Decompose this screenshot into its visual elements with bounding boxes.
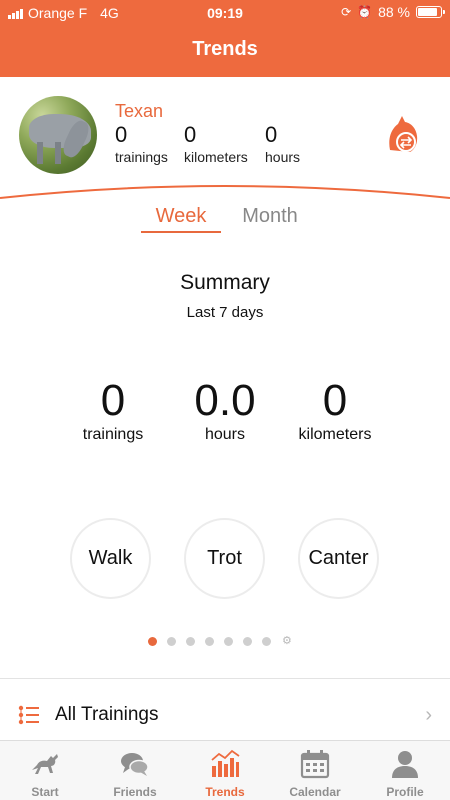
person-icon [392, 751, 418, 778]
section-divider [0, 678, 450, 679]
chat-bubbles-icon [121, 753, 149, 776]
stat-value: 0 [115, 122, 128, 147]
gait-walk-button[interactable]: Walk [70, 518, 151, 599]
profile-stat-trainings: 0 trainings [115, 122, 168, 166]
alarm-icon: ⏰ [357, 5, 373, 19]
horse-name[interactable]: Texan [115, 101, 163, 122]
page-dot[interactable] [262, 637, 271, 646]
page-title: Trends [192, 38, 258, 60]
page-dot[interactable] [186, 637, 195, 646]
horse-avatar[interactable] [19, 96, 97, 174]
summary-stat-value: 0.0 [194, 376, 256, 425]
stat-label: kilometers [184, 149, 248, 165]
stat-value: 0 [184, 122, 197, 147]
running-horse-icon [32, 754, 58, 774]
page-dot[interactable] [167, 637, 176, 646]
tabbar-profile[interactable]: Profile [360, 741, 450, 800]
tabbar-calendar[interactable]: Calendar [270, 741, 360, 800]
summary-title: Summary [180, 271, 270, 294]
profile-stat-hours: 0 hours [265, 122, 301, 166]
summary-subtitle: Last 7 days [186, 304, 264, 321]
gait-trot-button[interactable]: Trot [184, 518, 265, 599]
summary-stat-label: hours [204, 426, 246, 443]
calendar-icon [300, 750, 330, 779]
settings-gear-icon[interactable]: ⚙ [282, 634, 292, 647]
status-bar: Orange F 4G 09:19 ⟳ ⏰ 88 % [0, 0, 450, 26]
tabbar-trends[interactable]: Trends [180, 741, 270, 800]
all-trainings-row[interactable]: All Trainings › [0, 690, 450, 740]
horse-swap-icon[interactable] [384, 114, 420, 158]
page-dot[interactable] [243, 637, 252, 646]
tabbar-label: Profile [386, 785, 424, 799]
bottom-tab-bar: Start Friends Trends Calendar Profile [0, 740, 450, 800]
page-dot[interactable] [224, 637, 233, 646]
summary-stat-value: 0 [322, 376, 348, 425]
summary-stat-trainings: 0 trainings [63, 378, 163, 444]
gait-canter-button[interactable]: Canter [298, 518, 379, 599]
tabbar-label: Calendar [289, 785, 341, 799]
rotation-lock-icon: ⟳ [341, 5, 352, 19]
horse-profile-card: Texan 0 trainings 0 kilometers 0 hours [0, 77, 450, 197]
battery-percent: 88 % [378, 4, 410, 20]
all-trainings-label: All Trainings [55, 704, 159, 725]
stat-label: hours [265, 149, 301, 165]
bar-chart-icon [211, 749, 240, 777]
chevron-right-icon: › [425, 704, 432, 726]
tabbar-start[interactable]: Start [0, 741, 90, 800]
profile-stat-kilometers: 0 kilometers [184, 122, 248, 166]
battery-fill [418, 8, 437, 16]
stat-label: trainings [115, 149, 168, 165]
tabbar-label: Trends [205, 785, 245, 799]
summary-stat-value: 0 [100, 376, 126, 425]
battery-icon [416, 6, 445, 18]
tabbar-label: Start [31, 785, 59, 799]
list-icon [18, 705, 39, 725]
tabbar-label: Friends [113, 785, 157, 799]
period-tabs: Week Month [0, 205, 450, 237]
tab-week[interactable]: Week [141, 205, 221, 233]
summary-stat-label: kilometers [298, 426, 372, 443]
page-dot[interactable] [205, 637, 214, 646]
status-right: ⟳ ⏰ 88 % [341, 4, 445, 20]
summary-stat-kilometers: 0 kilometers [285, 378, 385, 444]
stat-value: 0 [265, 122, 278, 147]
tab-month[interactable]: Month [232, 205, 308, 228]
summary-stat-hours: 0.0 hours [175, 378, 275, 444]
app-header: Orange F 4G 09:19 ⟳ ⏰ 88 % Trends [0, 0, 450, 77]
page-indicator[interactable]: ⚙ [148, 634, 298, 647]
page-dot[interactable] [148, 637, 157, 646]
summary-stat-label: trainings [82, 426, 144, 443]
profile-divider-curve [0, 185, 450, 199]
tabbar-friends[interactable]: Friends [90, 741, 180, 800]
